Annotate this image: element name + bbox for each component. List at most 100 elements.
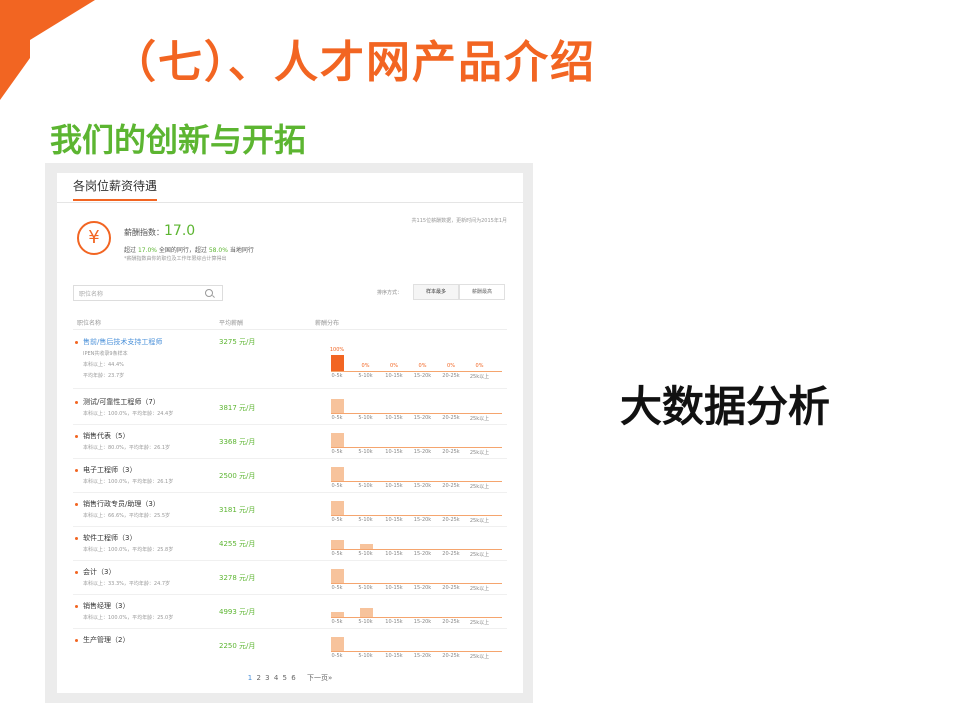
avg-salary: 4993 元/月 bbox=[219, 608, 256, 616]
job-title[interactable]: 测试/可靠性工程师（7） bbox=[83, 397, 160, 407]
table-row[interactable]: 销售代表（5） 本科以上：80.0%，平均年龄：26.1岁 3368 元/月 0-5k… bbox=[73, 425, 507, 459]
distribution-bar bbox=[331, 637, 344, 651]
bin-label: 25k以上 bbox=[469, 518, 490, 524]
distribution-bar bbox=[331, 433, 344, 447]
bin-label: 10-15k bbox=[385, 619, 403, 625]
search-placeholder: 职位名称 bbox=[79, 291, 104, 298]
bin-label: 5-10k bbox=[358, 373, 373, 379]
table-row[interactable]: 电子工程师（3） 本科以上：100.0%，平均年龄：26.1岁 2500 元/月 0-… bbox=[73, 459, 507, 493]
distribution-baseline bbox=[331, 515, 502, 516]
bin-label: 15-20k bbox=[413, 551, 432, 557]
bin-label: 15-20k bbox=[413, 653, 432, 659]
bin-label: 0-5k bbox=[331, 585, 343, 591]
page-2[interactable]: 2 bbox=[256, 674, 260, 682]
bullet-dot bbox=[75, 503, 78, 506]
avg-salary: 3817 元/月 bbox=[219, 404, 256, 412]
bin-label: 10-15k bbox=[385, 373, 403, 379]
distribution-bar bbox=[331, 399, 344, 413]
distribution-baseline bbox=[331, 617, 502, 618]
slide-title: （七）、人才网产品介绍 bbox=[112, 37, 596, 88]
table-row[interactable]: 售前/售后技术支持工程师 IPEN共收录9条样本 本科以上：44.4% 平均年龄：23… bbox=[73, 331, 507, 389]
bin-label: 25k以上 bbox=[469, 450, 490, 456]
bin-label: 25k以上 bbox=[469, 586, 490, 592]
job-title[interactable]: 售前/售后技术支持工程师 bbox=[83, 337, 162, 347]
job-search-input[interactable]: 职位名称 bbox=[73, 285, 223, 301]
bin-label: 0-5k bbox=[331, 619, 343, 625]
bin-label: 10-15k bbox=[385, 551, 403, 557]
page-6[interactable]: 6 bbox=[291, 674, 295, 682]
bin-label: 15-20k bbox=[413, 483, 432, 489]
bin-label: 20-25k bbox=[442, 653, 460, 659]
bin-label: 0-5k bbox=[331, 373, 343, 379]
bullet-dot bbox=[75, 401, 78, 404]
job-title[interactable]: 电子工程师（3） bbox=[83, 465, 136, 475]
page-3[interactable]: 3 bbox=[265, 674, 269, 682]
distribution-bar bbox=[359, 544, 373, 549]
distribution-baseline bbox=[331, 651, 502, 652]
bin-label: 15-20k bbox=[413, 373, 432, 379]
job-meta: 本科以上：100.0%，平均年龄：25.0岁 bbox=[83, 615, 174, 621]
sort-tab-most-samples[interactable]: 样本最多 bbox=[413, 284, 459, 300]
job-title[interactable]: 销售行政专员/助理（3） bbox=[83, 499, 160, 509]
bin-label: 10-15k bbox=[385, 415, 403, 421]
job-title[interactable]: 销售代表（5） bbox=[83, 431, 129, 441]
orange-corner-decoration bbox=[0, 0, 95, 100]
next-page-link[interactable]: 下一页» bbox=[307, 674, 332, 682]
table-row[interactable]: 销售行政专员/助理（3） 本科以上：66.6%，平均年龄：25.5岁 3181 元/… bbox=[73, 493, 507, 527]
page-1[interactable]: 1 bbox=[248, 674, 252, 682]
bin-label: 10-15k bbox=[385, 517, 403, 523]
bin-label: 25k以上 bbox=[469, 620, 490, 626]
distribution-baseline bbox=[331, 371, 502, 372]
bin-label: 10-15k bbox=[385, 585, 403, 591]
bin-label: 5-10k bbox=[358, 517, 373, 523]
bin-label: 15-20k bbox=[413, 517, 432, 523]
avg-salary: 3275 元/月 bbox=[219, 338, 256, 346]
search-icon[interactable] bbox=[205, 289, 213, 297]
salary-index-value: 17.0 bbox=[164, 223, 196, 239]
bin-label: 0-5k bbox=[331, 415, 343, 421]
job-age-stat: 平均年龄：23.7岁 bbox=[83, 373, 125, 379]
exceed-prefix: 超过 bbox=[124, 247, 137, 254]
avg-salary: 4255 元/月 bbox=[219, 540, 256, 548]
table-row[interactable]: 软件工程师（3） 本科以上：100.0%，平均年龄：25.8岁 4255 元/月 0-… bbox=[73, 527, 507, 561]
job-meta: 本科以上：66.6%，平均年龄：25.5岁 bbox=[83, 513, 171, 519]
bullet-dot bbox=[75, 469, 78, 472]
bin-label: 5-10k bbox=[358, 551, 373, 557]
table-row[interactable]: 测试/可靠性工程师（7） 本科以上：100.0%，平均年龄：24.4岁 3817 元… bbox=[73, 391, 507, 425]
bullet-dot bbox=[75, 639, 78, 642]
col-header-avg-salary: 平均薪酬 bbox=[219, 320, 244, 327]
job-title[interactable]: 软件工程师（3） bbox=[83, 533, 136, 543]
exceed-national-pct: 17.0% bbox=[137, 247, 157, 254]
avg-salary: 2500 元/月 bbox=[219, 472, 256, 480]
header-divider bbox=[73, 329, 507, 330]
sort-tab-highest-salary[interactable]: 薪酬最高 bbox=[459, 284, 505, 300]
table-row[interactable]: 会计（3） 本科以上：33.3%，平均年龄：24.7岁 3278 元/月 0-5k 5-… bbox=[73, 561, 507, 595]
job-title[interactable]: 会计（3） bbox=[83, 567, 115, 577]
distribution-baseline bbox=[331, 583, 502, 584]
job-title[interactable]: 销售经理（3） bbox=[83, 601, 129, 611]
panel-header: 各岗位薪资待遇 bbox=[57, 173, 523, 203]
table-row[interactable]: 销售经理（3） 本科以上：100.0%，平均年龄：25.0岁 4993 元/月 0-5… bbox=[73, 595, 507, 629]
bin-percent-label: 100% bbox=[329, 347, 345, 353]
bin-label: 20-25k bbox=[442, 585, 460, 591]
col-header-distribution: 薪酬分布 bbox=[315, 320, 340, 327]
bin-label: 5-10k bbox=[358, 653, 373, 659]
table-row[interactable]: 生产管理（2） 2250 元/月 0-5k 5-10k 10-15k 15-20k 20-2… bbox=[73, 629, 507, 663]
page-5[interactable]: 5 bbox=[283, 674, 287, 682]
distribution-baseline bbox=[331, 413, 502, 414]
distribution-bar bbox=[331, 355, 344, 371]
bin-label: 0-5k bbox=[331, 653, 343, 659]
bin-label: 10-15k bbox=[385, 449, 403, 455]
job-title[interactable]: 生产管理（2） bbox=[83, 635, 129, 645]
bin-label: 0-5k bbox=[331, 517, 343, 523]
bin-label: 25k以上 bbox=[469, 484, 490, 490]
salary-panel: 各岗位薪资待遇 ¥ 薪酬指数：17.0 超过 17.0% 全国的同行，超过 58… bbox=[57, 173, 523, 693]
avg-salary: 3278 元/月 bbox=[219, 574, 256, 582]
bin-label: 15-20k bbox=[413, 619, 432, 625]
distribution-baseline bbox=[331, 481, 502, 482]
job-meta: 本科以上：100.0%，平均年龄：24.4岁 bbox=[83, 411, 174, 417]
page-4[interactable]: 4 bbox=[274, 674, 278, 682]
col-header-job: 职位名称 bbox=[77, 320, 102, 327]
data-source-note: 共115位薪酬数据，更新时间为2015年1月 bbox=[411, 218, 507, 224]
bullet-dot bbox=[75, 605, 78, 608]
